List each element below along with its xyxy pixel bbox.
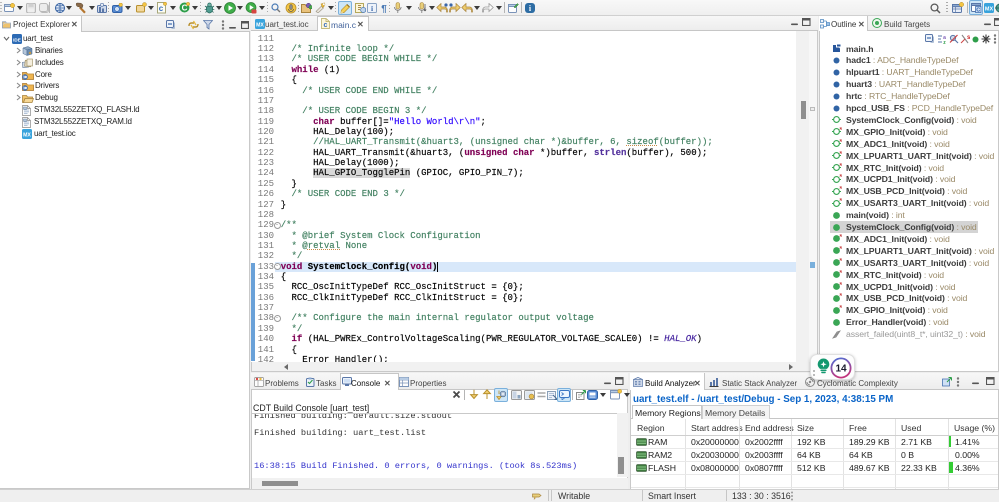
svg-text:IDE: IDE [13, 37, 21, 42]
svg-text:i: i [371, 4, 373, 13]
svg-text:MX: MX [985, 7, 994, 13]
svg-text:¶: ¶ [381, 4, 387, 13]
svg-text:C: C [976, 8, 980, 13]
svg-text:MX: MX [23, 132, 31, 138]
svg-text:C: C [23, 86, 27, 91]
svg-text:c: c [159, 4, 164, 13]
svg-text:14: 14 [835, 363, 847, 374]
svg-text:s: s [967, 35, 970, 41]
svg-text:MX: MX [256, 22, 264, 28]
svg-text:c: c [324, 22, 328, 29]
svg-text:C: C [23, 75, 27, 80]
